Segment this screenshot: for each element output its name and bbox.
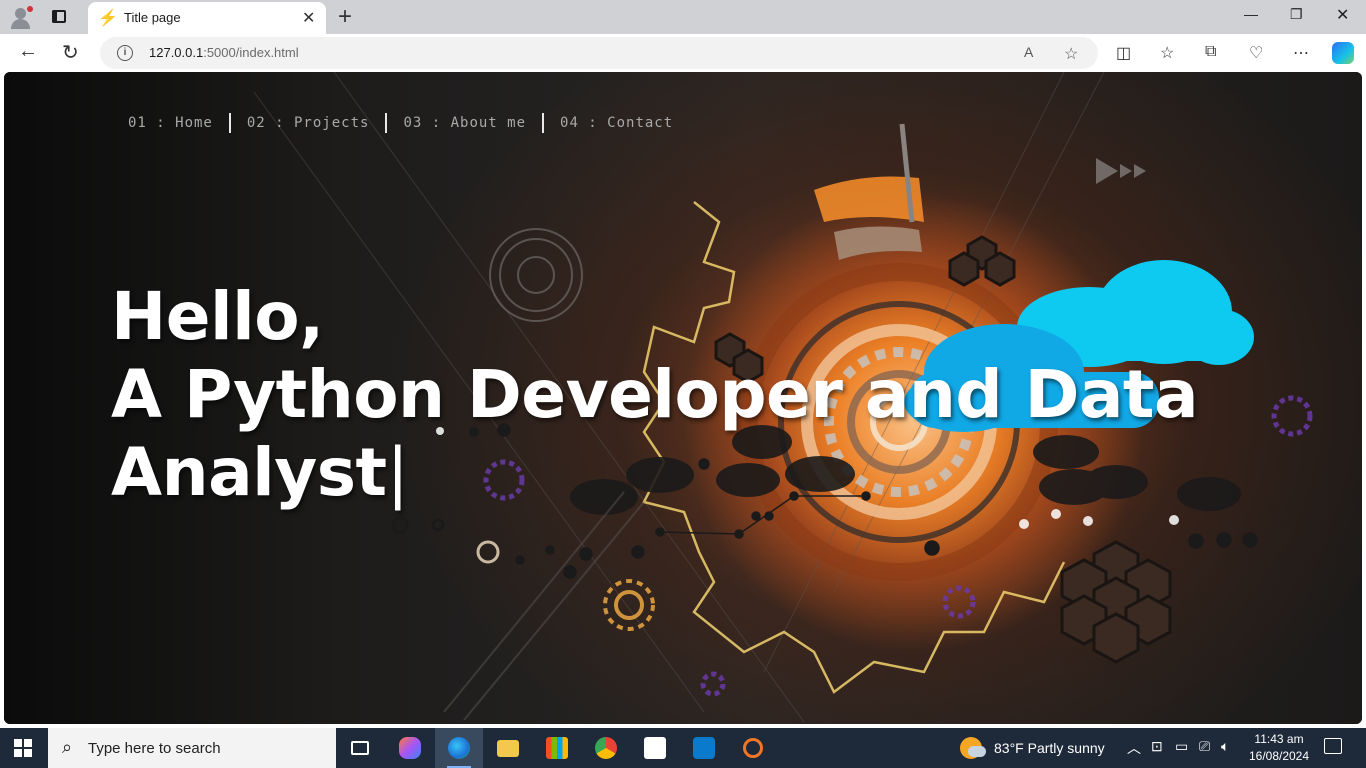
network-icon[interactable]: ⎚	[1199, 738, 1210, 755]
minimize-icon[interactable]: —	[1244, 6, 1258, 22]
lightning-bolt-icon: ⚡	[98, 10, 118, 27]
address-bar[interactable]: i 127.0.0.1:5000/index.html A ☆	[100, 37, 1098, 69]
jupyter-icon[interactable]	[729, 728, 777, 768]
copilot-taskbar-icon[interactable]	[386, 728, 434, 768]
main-nav: 01 : Home 02 : Projects 03 : About me 04…	[128, 112, 689, 134]
copilot-icon[interactable]	[1332, 42, 1354, 64]
app-heart-icon[interactable]	[631, 728, 679, 768]
typing-cursor: |	[386, 434, 409, 511]
clock-time: 11:43 am	[1254, 732, 1304, 746]
browser-tab[interactable]: ⚡ Title page ✕	[88, 2, 326, 34]
taskbar: ⌕ Type here to search 83°F Partly sunny …	[0, 728, 1366, 768]
show-hidden-icons-icon[interactable]: ︿	[1127, 738, 1141, 758]
search-placeholder: Type here to search	[88, 740, 221, 757]
tab-actions-icon[interactable]	[50, 8, 68, 26]
headline-line-2: A Python Developer and Data	[111, 356, 1199, 433]
nav-projects[interactable]: 02 : Projects	[231, 112, 386, 134]
profile-icon[interactable]	[8, 5, 34, 31]
browser-toolbar: ← ↻ i 127.0.0.1:5000/index.html A ☆ ◫ ☆ …	[0, 34, 1366, 72]
weather-text: 83°F Partly sunny	[994, 740, 1105, 756]
meet-icon[interactable]: ⊡	[1151, 738, 1163, 755]
nav-contact[interactable]: 04 : Contact	[544, 112, 689, 134]
headline-line-1: Hello,	[111, 278, 324, 355]
volume-icon[interactable]: 🔈︎	[1221, 738, 1229, 755]
file-explorer-icon[interactable]	[484, 728, 532, 768]
windows-start-icon[interactable]	[14, 739, 32, 757]
url-text: 127.0.0.1:5000/index.html	[149, 45, 299, 60]
close-tab-icon[interactable]: ✕	[302, 8, 315, 28]
clock[interactable]: 11:43 am 16/08/2024	[1244, 731, 1314, 765]
hero-background: 01 : Home 02 : Projects 03 : About me 04…	[4, 72, 1362, 724]
task-view-icon[interactable]	[336, 728, 384, 768]
page-viewport: 01 : Home 02 : Projects 03 : About me 04…	[4, 72, 1362, 724]
search-icon: ⌕	[62, 737, 73, 757]
vscode-icon[interactable]	[680, 728, 728, 768]
browser-tab-strip: ⚡ Title page ✕ + — ❐ ✕	[0, 0, 1366, 34]
collections-icon[interactable]: ⧉	[1205, 43, 1216, 61]
nav-about-me[interactable]: 03 : About me	[387, 112, 542, 134]
tab-title: Title page	[124, 10, 181, 25]
hero-headline: Hello, A Python Developer and Data Analy…	[111, 278, 1199, 512]
headline-line-3: Analyst|	[111, 434, 409, 511]
restore-icon[interactable]: ❐	[1290, 6, 1303, 23]
clock-date: 16/08/2024	[1248, 749, 1310, 763]
taskbar-search-box[interactable]: ⌕ Type here to search	[48, 728, 336, 768]
new-tab-button[interactable]: +	[338, 3, 352, 31]
nav-home[interactable]: 01 : Home	[128, 112, 229, 134]
refresh-icon[interactable]: ↻	[62, 40, 79, 65]
back-icon[interactable]: ←	[18, 40, 38, 63]
microsoft-store-icon[interactable]	[533, 728, 581, 768]
edge-taskbar-icon[interactable]	[435, 728, 483, 768]
split-screen-icon[interactable]: ◫	[1116, 43, 1131, 63]
battery-icon[interactable]: ▭	[1175, 738, 1188, 755]
favorite-star-icon[interactable]: ☆	[1064, 44, 1078, 64]
site-info-icon[interactable]: i	[117, 45, 133, 61]
more-options-icon[interactable]: ⋯	[1293, 43, 1309, 63]
browser-essentials-icon[interactable]: ♡	[1249, 43, 1263, 63]
favorites-icon[interactable]: ☆	[1160, 43, 1174, 63]
read-aloud-icon[interactable]: A	[1024, 44, 1033, 60]
close-window-icon[interactable]: ✕	[1336, 5, 1349, 25]
notification-icon[interactable]	[1324, 738, 1342, 754]
chrome-icon[interactable]	[582, 728, 630, 768]
